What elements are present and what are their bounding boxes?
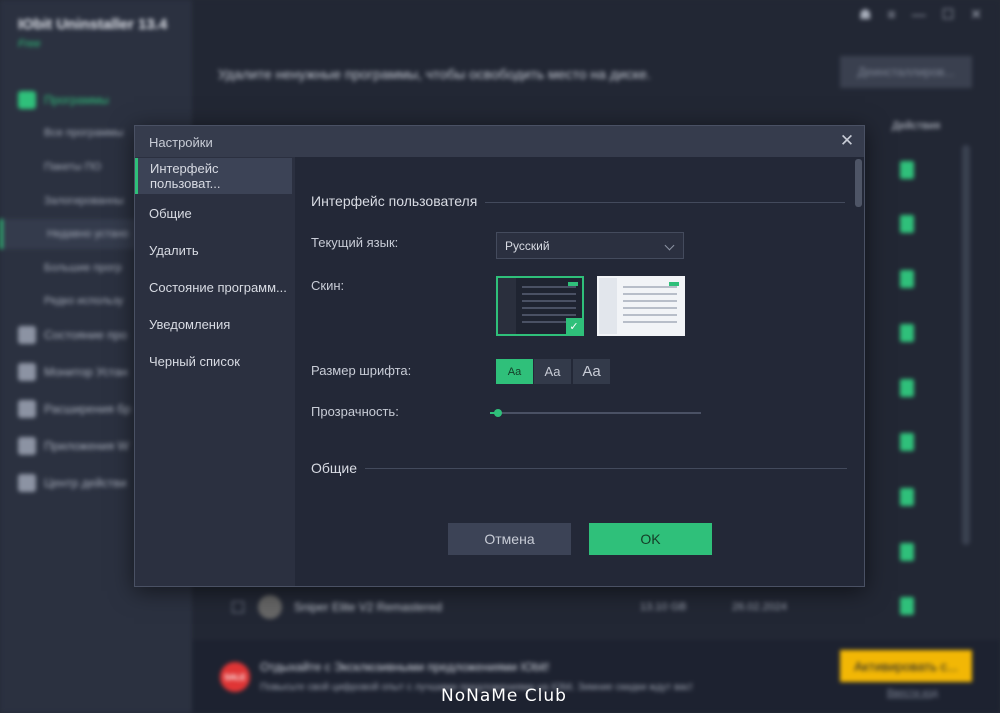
sidebar-item-programs[interactable]: Программы bbox=[0, 85, 192, 115]
checkmark-icon: ✓ bbox=[566, 318, 582, 334]
sidebar-item-label: Центр действи bbox=[44, 476, 127, 490]
settings-nav: Интерфейс пользоват... Общие Удалить Сос… bbox=[135, 157, 295, 586]
sidebar-item-label: Расширения бр bbox=[44, 402, 131, 416]
trash-icon[interactable] bbox=[900, 543, 914, 561]
app-title: IObit Uninstaller 13.4 bbox=[18, 16, 168, 33]
trash-icon[interactable] bbox=[900, 433, 914, 451]
content-scrollbar[interactable] bbox=[855, 159, 862, 207]
trash-icon[interactable] bbox=[900, 161, 914, 179]
font-size-large-button[interactable]: Aa bbox=[573, 359, 610, 384]
slider-thumb[interactable] bbox=[494, 409, 503, 417]
ok-button[interactable]: OK bbox=[589, 523, 712, 555]
program-date: 26.02.2024 bbox=[732, 601, 788, 613]
trash-icon[interactable] bbox=[900, 324, 914, 342]
main-headline: Удалите ненужные программы, чтобы освобо… bbox=[218, 66, 651, 82]
settings-content: Интерфейс пользователя Текущий язык: Рус… bbox=[295, 157, 864, 586]
skin-preview-rows bbox=[623, 286, 677, 328]
sidebar-item-label: Приложения W bbox=[44, 439, 129, 453]
trash-icon[interactable] bbox=[900, 488, 914, 506]
nav-notifications[interactable]: Уведомления bbox=[135, 306, 292, 342]
activate-button[interactable]: Активировать с... bbox=[840, 650, 972, 682]
window-controls: ☗ ≡ — ☐ ✕ bbox=[859, 6, 982, 23]
sidebar-item-label: Программы bbox=[44, 93, 109, 107]
language-value: Русский bbox=[505, 238, 550, 253]
skin-option-light[interactable] bbox=[597, 276, 685, 336]
close-icon[interactable]: ✕ bbox=[836, 130, 858, 152]
font-size-medium-button[interactable]: Aa bbox=[534, 359, 571, 384]
grid-icon bbox=[18, 91, 36, 109]
nav-blacklist[interactable]: Черный список bbox=[135, 343, 292, 379]
nav-program-health[interactable]: Состояние программ... bbox=[135, 269, 292, 305]
sidebar-item-label: Состояние про bbox=[44, 328, 128, 342]
program-name: Sniper Elite V2 Remastered bbox=[294, 600, 443, 614]
close-app-icon[interactable]: ✕ bbox=[970, 6, 982, 23]
skin-preview-accent bbox=[669, 282, 679, 286]
program-size: 13.10 GB bbox=[640, 601, 687, 613]
row-checkbox[interactable] bbox=[232, 601, 244, 613]
cancel-button[interactable]: Отмена bbox=[448, 523, 571, 555]
menu-icon[interactable]: ≡ bbox=[888, 6, 896, 23]
sale-badge-icon: SALE bbox=[220, 662, 250, 692]
language-select[interactable]: Русский bbox=[496, 232, 684, 259]
language-label: Текущий язык: bbox=[311, 235, 399, 250]
section-title-ui: Интерфейс пользователя bbox=[311, 193, 478, 209]
skin-preview-accent bbox=[568, 282, 578, 286]
app-edition: Free bbox=[18, 38, 41, 50]
section-divider bbox=[365, 468, 847, 469]
table-row[interactable]: Sniper Elite V2 Remastered 13.10 GB 26.0… bbox=[232, 594, 952, 620]
flag-icon bbox=[18, 474, 36, 492]
minimize-icon[interactable]: — bbox=[912, 6, 926, 23]
watermark: NoNaMe Club bbox=[441, 686, 567, 706]
skin-icon[interactable]: ☗ bbox=[859, 6, 872, 23]
plus-square-icon bbox=[18, 326, 36, 344]
dialog-header: Настройки ✕ bbox=[135, 126, 864, 157]
chart-icon bbox=[18, 363, 36, 381]
nav-user-interface[interactable]: Интерфейс пользоват... bbox=[135, 158, 292, 194]
trash-icon[interactable] bbox=[900, 270, 914, 288]
sidebar-item-label: Монитор Устан bbox=[44, 365, 128, 379]
font-size-small-button[interactable]: Aa bbox=[496, 359, 533, 384]
uninstall-button[interactable]: Деинсталлиров... bbox=[840, 56, 972, 88]
maximize-icon[interactable]: ☐ bbox=[942, 6, 955, 23]
section-divider bbox=[485, 202, 845, 203]
skin-label: Скин: bbox=[311, 278, 345, 293]
section-title-general: Общие bbox=[311, 460, 358, 476]
trash-icon[interactable] bbox=[900, 215, 914, 233]
nav-uninstall[interactable]: Удалить bbox=[135, 232, 292, 268]
game-icon bbox=[258, 595, 282, 619]
skin-preview-sidebar bbox=[498, 278, 516, 334]
transparency-slider[interactable] bbox=[490, 409, 701, 417]
windows-icon bbox=[18, 437, 36, 455]
skin-preview-sidebar bbox=[599, 278, 617, 334]
trash-icon[interactable] bbox=[900, 379, 914, 397]
enter-code-link[interactable]: Ввести код bbox=[887, 688, 938, 699]
promo-headline: Отдыхайте с Эксклюзивными предложениями … bbox=[260, 660, 550, 674]
column-header-actions: Действия bbox=[892, 120, 941, 132]
settings-dialog: Настройки ✕ Интерфейс пользоват... Общие… bbox=[134, 125, 865, 587]
chevron-down-icon bbox=[664, 240, 675, 251]
promo-banner: SALE Отдыхайте с Эксклюзивными предложен… bbox=[192, 640, 1000, 713]
list-scrollbar[interactable] bbox=[962, 145, 970, 545]
nav-general[interactable]: Общие bbox=[135, 195, 292, 231]
puzzle-icon bbox=[18, 400, 36, 418]
transparency-label: Прозрачность: bbox=[311, 404, 399, 419]
font-size-label: Размер шрифта: bbox=[311, 363, 412, 378]
skin-option-dark[interactable]: ✓ bbox=[496, 276, 584, 336]
dialog-title: Настройки bbox=[149, 135, 213, 150]
